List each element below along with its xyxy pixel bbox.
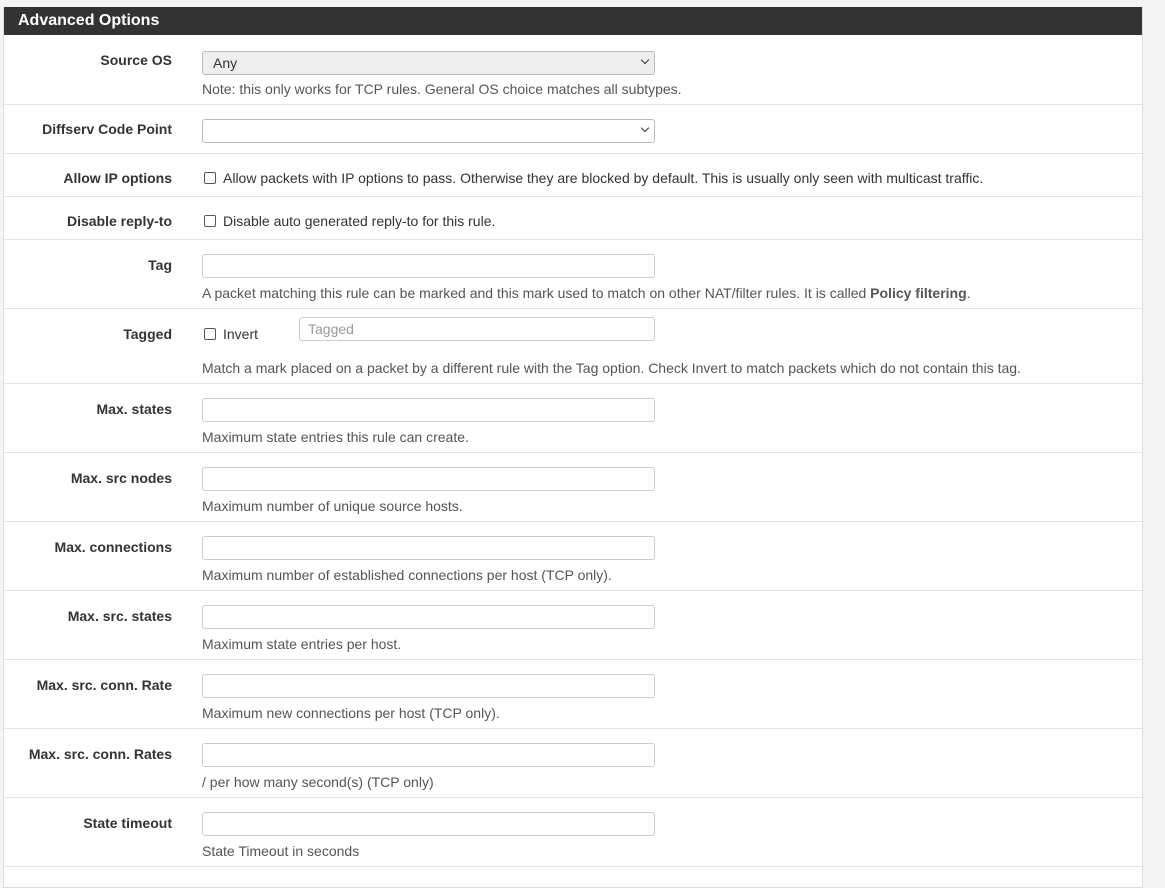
allow-ip-options-text: Allow packets with IP options to pass. O…	[223, 170, 984, 186]
state-timeout-help: State Timeout in seconds	[202, 843, 360, 859]
max-connections-help: Maximum number of established connection…	[202, 567, 612, 583]
row-max-connections: Max. connections Maximum number of estab…	[4, 522, 1142, 591]
row-disable-replyto: Disable reply-to Disable auto generated …	[4, 197, 1142, 240]
max-connections-label: Max. connections	[54, 539, 172, 555]
row-tagged: Tagged Invert Match a mark placed on a p…	[4, 309, 1142, 384]
allow-ip-options-checkbox[interactable]	[204, 172, 216, 184]
tagged-label: Tagged	[123, 326, 172, 342]
row-max-states: Max. states Maximum state entries this r…	[4, 384, 1142, 453]
row-dscp: Diffserv Code Point	[4, 105, 1142, 154]
source-os-selected: Any	[213, 55, 238, 71]
allow-ip-options-label: Allow IP options	[63, 170, 172, 186]
tagged-invert-label: Invert	[223, 326, 259, 342]
dscp-label: Diffserv Code Point	[42, 121, 172, 137]
max-src-conn-rate-help: Maximum new connections per host (TCP on…	[202, 705, 500, 721]
source-os-label: Source OS	[100, 52, 172, 68]
max-src-conn-rate-label: Max. src. conn. Rate	[36, 677, 172, 693]
tagged-help: Match a mark placed on a packet by a dif…	[202, 360, 1021, 376]
max-states-input[interactable]	[202, 398, 655, 422]
max-src-states-label: Max. src. states	[67, 608, 172, 624]
tag-help-prefix: A packet matching this rule can be marke…	[202, 285, 871, 301]
chevron-down-icon	[640, 123, 650, 133]
disable-replyto-text: Disable auto generated reply-to for this…	[223, 213, 496, 229]
row-source-os: Source OS Any Note: this only works for …	[4, 35, 1142, 105]
tag-input[interactable]	[202, 254, 655, 278]
chevron-down-icon	[640, 55, 650, 65]
row-tag: Tag A packet matching this rule can be m…	[4, 240, 1142, 309]
max-src-conn-rate-input[interactable]	[202, 674, 655, 698]
max-states-label: Max. states	[96, 401, 172, 417]
state-timeout-input[interactable]	[202, 812, 655, 836]
tag-label: Tag	[148, 257, 172, 273]
source-os-help: Note: this only works for TCP rules. Gen…	[202, 81, 682, 97]
max-src-nodes-input[interactable]	[202, 467, 655, 491]
panel-title: Advanced Options	[4, 7, 1142, 35]
advanced-options-panel: Advanced Options Source OS Any Note: thi…	[3, 7, 1143, 888]
disable-replyto-checkbox[interactable]	[204, 215, 216, 227]
tag-help: A packet matching this rule can be marke…	[202, 285, 971, 301]
max-src-conn-rates-input[interactable]	[202, 743, 655, 767]
disable-replyto-label: Disable reply-to	[66, 213, 172, 229]
max-src-states-help: Maximum state entries per host.	[202, 636, 402, 652]
row-state-timeout: State timeout State Timeout in seconds	[4, 798, 1142, 867]
tagged-input[interactable]	[299, 317, 655, 341]
dscp-select[interactable]	[202, 119, 655, 143]
max-src-states-input[interactable]	[202, 605, 655, 629]
state-timeout-label: State timeout	[83, 815, 172, 831]
max-src-conn-rates-help: / per how many second(s) (TCP only)	[202, 774, 434, 790]
tag-help-bold: Policy filtering	[870, 285, 967, 301]
row-max-src-nodes: Max. src nodes Maximum number of unique …	[4, 453, 1142, 522]
row-max-src-conn-rates: Max. src. conn. Rates / per how many sec…	[4, 729, 1142, 798]
row-max-src-conn-rate: Max. src. conn. Rate Maximum new connect…	[4, 660, 1142, 729]
max-src-nodes-label: Max. src nodes	[70, 470, 172, 486]
max-src-nodes-help: Maximum number of unique source hosts.	[202, 498, 463, 514]
max-connections-input[interactable]	[202, 536, 655, 560]
max-src-conn-rates-label: Max. src. conn. Rates	[28, 746, 172, 762]
tag-help-suffix: .	[966, 285, 971, 301]
row-max-src-states: Max. src. states Maximum state entries p…	[4, 591, 1142, 660]
tagged-invert-checkbox[interactable]	[204, 328, 216, 340]
row-allow-ip-options: Allow IP options Allow packets with IP o…	[4, 154, 1142, 197]
max-states-help: Maximum state entries this rule can crea…	[202, 429, 469, 445]
source-os-select[interactable]: Any	[202, 51, 655, 75]
